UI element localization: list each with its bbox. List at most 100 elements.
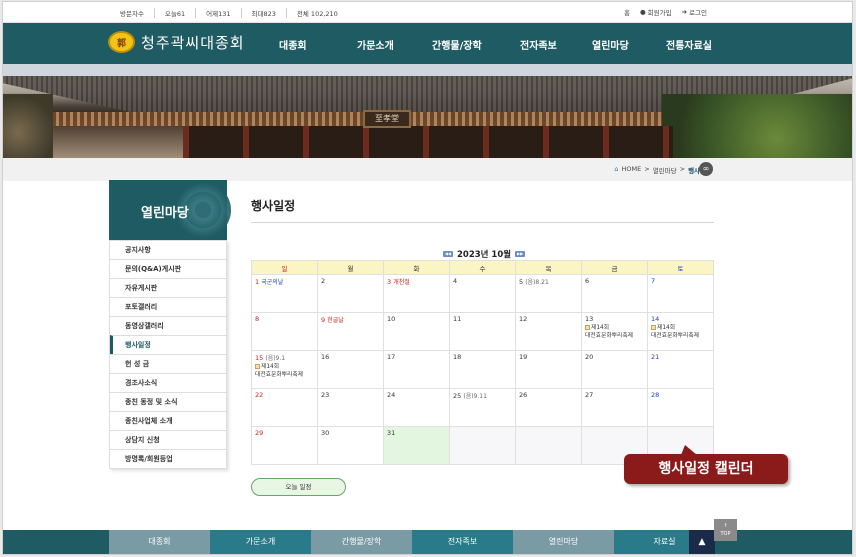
visitor-stat: 전체 102,210 — [285, 8, 348, 18]
main-nav-item[interactable]: 열린마당 — [592, 37, 644, 52]
day-number: 13 — [585, 315, 594, 323]
calendar-day-cell[interactable]: 4 — [449, 274, 516, 313]
calendar-day-cell[interactable]: 1 국군의날 — [251, 274, 318, 313]
sidebar-item[interactable]: 방명록/회원등업 — [110, 449, 226, 468]
calendar-event[interactable]: 제14회 대전효문화뿌리축제 — [585, 324, 644, 340]
day-number: 14 — [651, 315, 660, 323]
calendar-callout-label: 행사일정 캘린더 — [624, 454, 788, 484]
footer-nav-item[interactable]: 가문소개 — [210, 530, 311, 554]
signup-link[interactable]: ● 회원가입 — [640, 7, 672, 17]
footer-nav: 대종회 가문소개 간행물/장학 전자족보 열린마당 자료실 — [109, 530, 715, 554]
sidebar-item[interactable]: 종친사업체 소개 — [110, 411, 226, 430]
sidebar-item[interactable]: 자유게시판 — [110, 278, 226, 297]
sidebar-item[interactable]: 행사일정 — [110, 335, 226, 354]
calendar-day-cell[interactable]: 29 — [251, 426, 318, 465]
calendar-day-cell[interactable]: 28 — [647, 388, 714, 427]
top-button[interactable]: ↑ TOP — [714, 519, 737, 541]
day-number: 4 — [453, 277, 458, 285]
site-logo[interactable]: 郭 청주곽씨대종회 — [108, 31, 245, 53]
calendar-event[interactable]: 제14회 대전효문화뿌리축제 — [255, 363, 314, 379]
breadcrumb-separator: > — [644, 165, 650, 173]
scroll-up-icon[interactable]: ▲ — [689, 530, 715, 554]
breadcrumb-separator: > — [679, 165, 686, 173]
calendar-day-cell[interactable]: 2 — [317, 274, 384, 313]
calendar-day-cell[interactable]: 21 — [647, 350, 714, 389]
sidebar-item[interactable]: 경조사소식 — [110, 373, 226, 392]
main-nav-item[interactable]: 전자족보 — [520, 37, 570, 52]
home-link[interactable]: 홈 — [624, 7, 630, 17]
sidebar-item[interactable]: 상담지 신청 — [110, 430, 226, 449]
footer-nav-item[interactable]: 열린마당 — [513, 530, 614, 554]
calendar-day-cell[interactable]: 22 — [251, 388, 318, 427]
calendar-day-cell[interactable]: 13 제14회 대전효문화뿌리축제 — [581, 312, 648, 351]
main-nav-item[interactable]: 대종회 — [279, 37, 331, 52]
calendar-day-cell[interactable]: 19 — [515, 350, 582, 389]
main-nav-item[interactable]: 간행물/장학 — [432, 37, 498, 52]
calendar-day-cell[interactable]: 6 — [581, 274, 648, 313]
breadcrumb-home[interactable]: HOME — [622, 165, 642, 175]
day-number: 28 — [651, 391, 660, 399]
event-title-line: 대전효문화뿌리축제 — [585, 333, 633, 339]
weekday-header: 금 — [581, 260, 648, 275]
calendar-day-cell[interactable]: 18 — [449, 350, 516, 389]
day-number: 16 — [321, 353, 330, 361]
calendar-day-cell[interactable]: 25 (음)9.11 — [449, 388, 516, 427]
calendar-day-cell[interactable]: 15 (음)9.1 제14회 대전효문화뿌리축제 — [251, 350, 318, 389]
day-number: 20 — [585, 353, 594, 361]
calendar-day-cell[interactable]: 3 개천절 — [383, 274, 450, 313]
calendar-day-cell[interactable]: 27 — [581, 388, 648, 427]
prev-month-button[interactable]: ◀◀ — [443, 251, 453, 257]
sidebar-menu: 공지사항 문의(Q&A)게시판 자유게시판 포토갤러리 동영상갤러리 행사일정 헌 성 금경… — [109, 240, 227, 469]
day-note: 개천절 — [393, 279, 410, 286]
calendar-week-row: 15 (음)9.1 제14회 대전효문화뿌리축제 16 17 18 19 20 21 — [251, 350, 714, 389]
share-icon[interactable]: ∞ — [699, 162, 713, 176]
day-number: 2 — [321, 277, 326, 285]
day-number: 12 — [519, 315, 528, 323]
calendar-day-cell[interactable]: 8 — [251, 312, 318, 351]
calendar-day-cell[interactable]: 24 — [383, 388, 450, 427]
breadcrumb: ⌂ HOME > 열린마당 > 행사일정 — [614, 165, 712, 175]
today-schedule-button[interactable]: 오늘 일정 — [251, 478, 346, 496]
calendar-day-cell[interactable]: 31 — [383, 426, 450, 465]
calendar-day-cell[interactable]: 30 — [317, 426, 384, 465]
day-number: 26 — [519, 391, 528, 399]
next-month-button[interactable]: ▶▶ — [515, 251, 526, 257]
calendar-day-cell[interactable]: 12 — [515, 312, 582, 351]
visitor-stat: 방문자수 — [120, 10, 144, 18]
calendar-day-cell[interactable]: 11 — [449, 312, 516, 351]
footer-nav-item[interactable]: 대종회 — [109, 530, 210, 554]
day-note: (음)9.1 — [265, 355, 286, 362]
sidebar-item[interactable]: 포토갤러리 — [110, 297, 226, 316]
day-number: 23 — [321, 391, 330, 399]
document-icon — [585, 325, 590, 330]
day-number: 24 — [387, 391, 396, 399]
login-link[interactable]: ➜ 로그인 — [682, 7, 707, 17]
calendar-day-cell[interactable]: 26 — [515, 388, 582, 427]
calendar-event[interactable]: 제14회 대전효문화뿌리축제 — [651, 324, 710, 340]
sidebar-item[interactable]: 종친 동정 및 소식 — [110, 392, 226, 411]
calendar-day-cell[interactable]: 9 한글날 — [317, 312, 384, 351]
calendar-day-cell[interactable]: 16 — [317, 350, 384, 389]
day-note: (음)9.11 — [463, 393, 487, 400]
sidebar-item[interactable]: 헌 성 금 — [110, 354, 226, 373]
sidebar-item[interactable]: 문의(Q&A)게시판 — [110, 259, 226, 278]
calendar-day-cell[interactable]: 14 제14회 대전효문화뿌리축제 — [647, 312, 714, 351]
calendar-day-cell[interactable]: 10 — [383, 312, 450, 351]
sidebar-item[interactable]: 동영상갤러리 — [110, 316, 226, 335]
banner-tree — [662, 94, 852, 158]
footer-nav-item[interactable]: 전자족보 — [412, 530, 513, 554]
document-icon — [255, 364, 260, 369]
calendar-day-cell[interactable]: 7 — [647, 274, 714, 313]
calendar-day-cell[interactable]: 20 — [581, 350, 648, 389]
footer-nav-item[interactable]: 간행물/장학 — [311, 530, 412, 554]
calendar-day-cell[interactable]: 5 (음)8.21 — [515, 274, 582, 313]
top-button-label: TOP — [720, 531, 731, 537]
main-nav-item[interactable]: 전통자료실 — [666, 37, 726, 52]
calendar-day-cell[interactable]: 17 — [383, 350, 450, 389]
main-nav-item[interactable]: 가문소개 — [357, 37, 411, 52]
sidebar-item[interactable]: 공지사항 — [110, 240, 226, 259]
breadcrumb-bar: ⌂ HOME > 열린마당 > 행사일정 ∞ — [3, 158, 852, 181]
calendar-day-cell[interactable]: 23 — [317, 388, 384, 427]
main-nav: 대종회 가문소개 간행물/장학 전자족보 열린마당 전통자료실 — [271, 37, 726, 52]
breadcrumb-parent[interactable]: 열린마당 — [653, 165, 677, 175]
